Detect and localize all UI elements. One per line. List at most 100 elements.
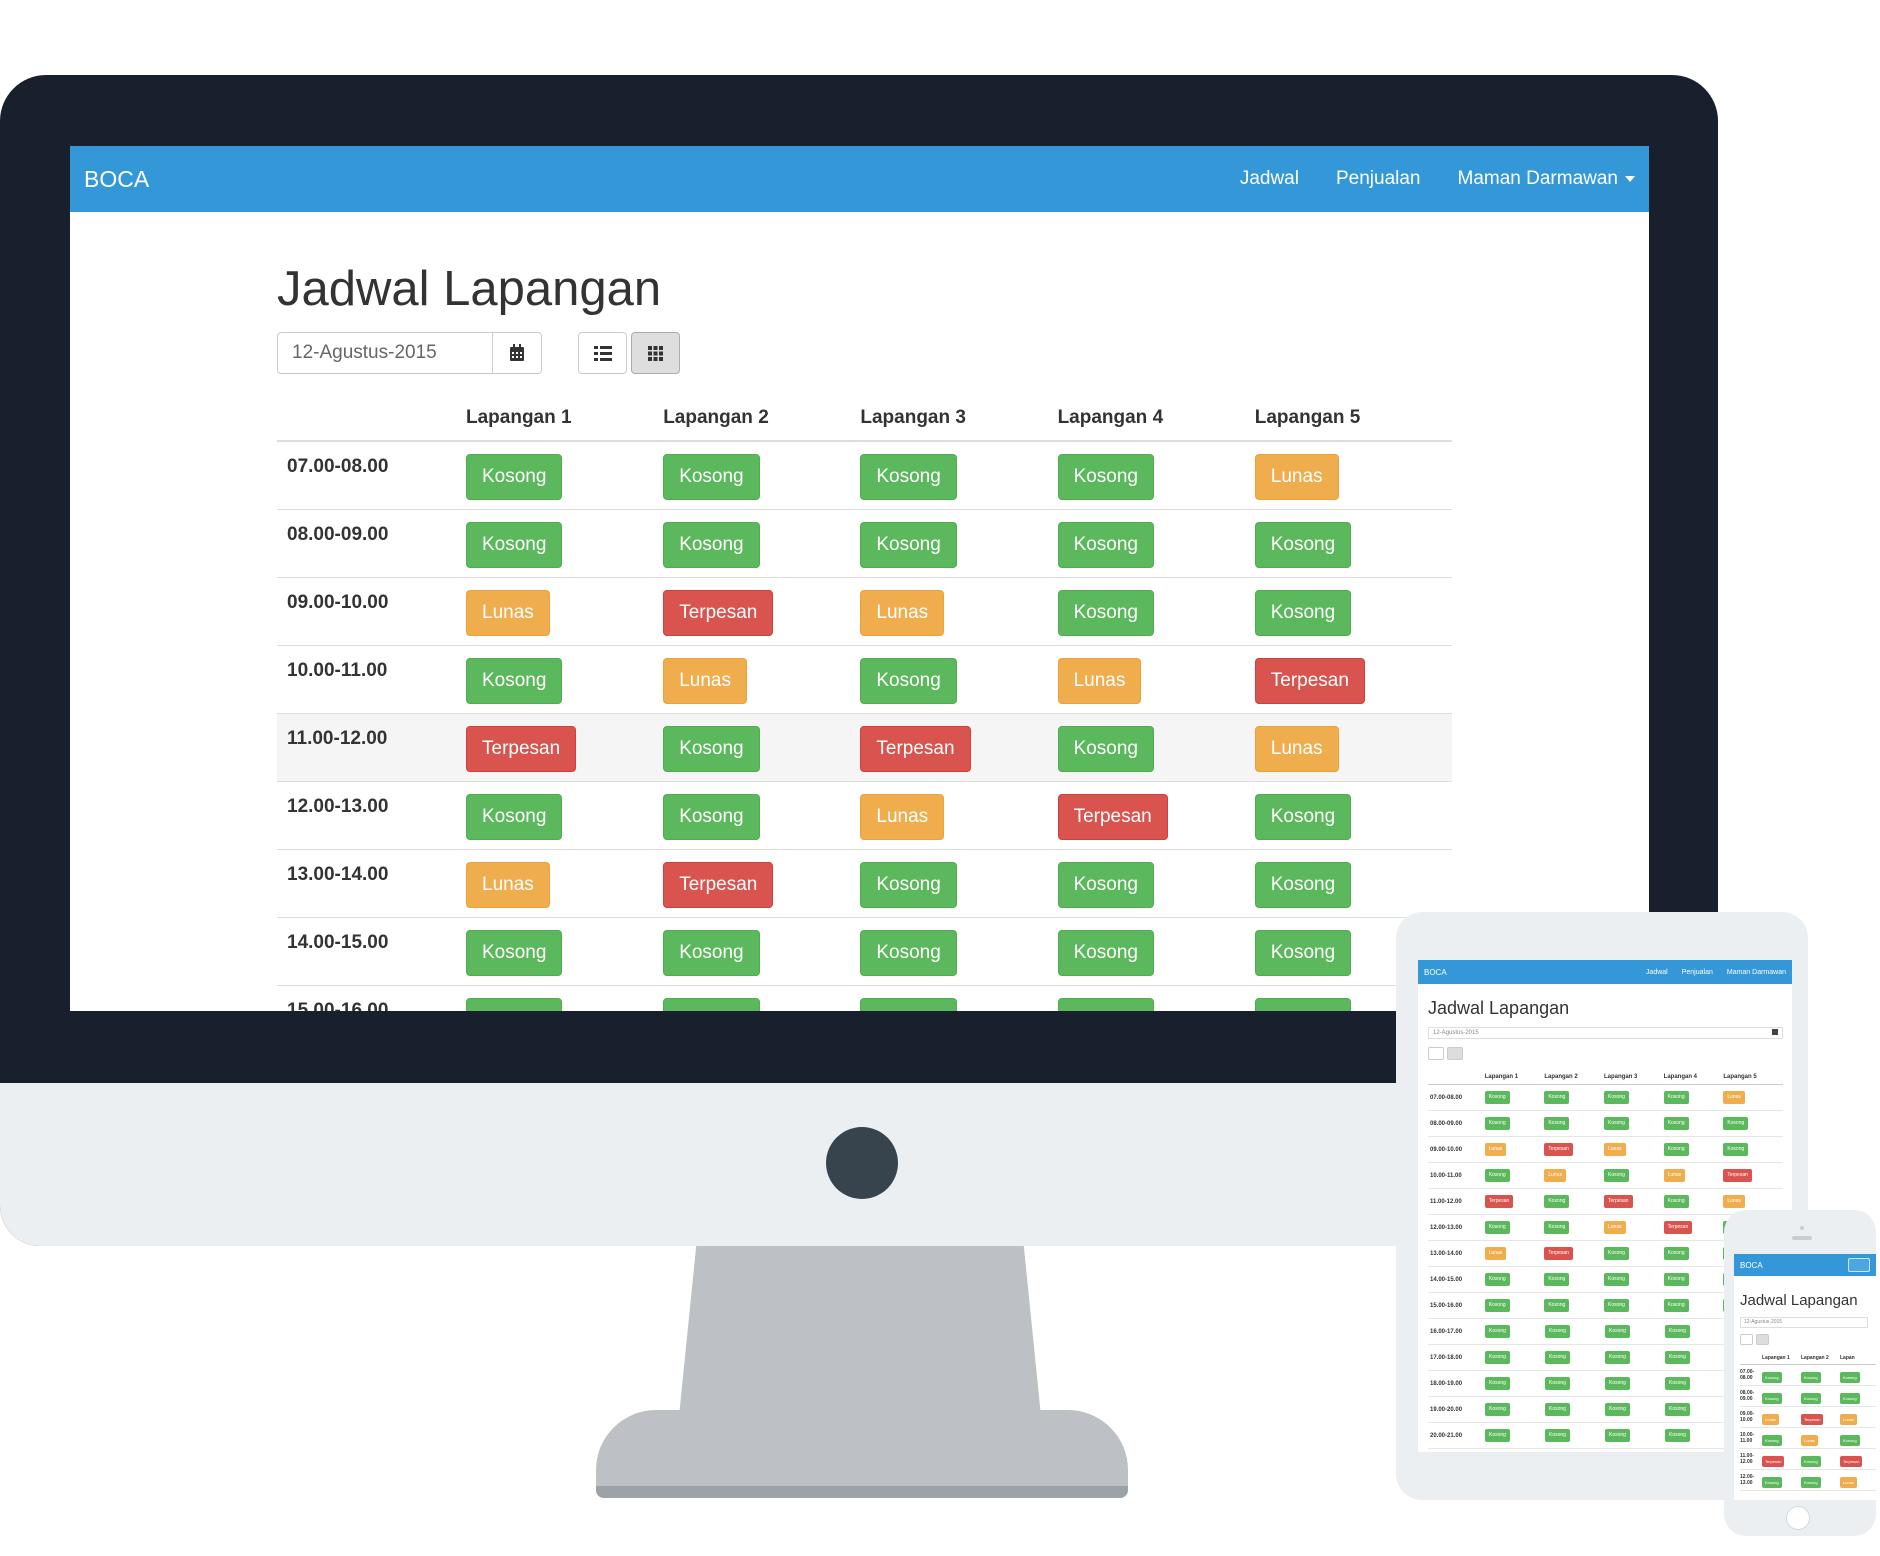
tablet-status-button[interactable]: Kosong <box>1484 1299 1510 1312</box>
tablet-status-button[interactable]: Kosong <box>1665 1429 1690 1442</box>
phone-grid-view-button[interactable] <box>1756 1334 1769 1345</box>
hamburger-icon[interactable] <box>1848 1258 1870 1272</box>
tablet-status-button[interactable]: Kosong <box>1665 1351 1690 1364</box>
phone-list-view-button[interactable] <box>1740 1334 1753 1345</box>
tablet-status-button[interactable]: Kosong <box>1544 1117 1570 1130</box>
status-button[interactable]: Kosong <box>1057 726 1155 772</box>
nav-jadwal[interactable]: Jadwal <box>1240 168 1299 190</box>
status-button[interactable]: Kosong <box>663 794 760 840</box>
status-button[interactable]: Terpesan <box>663 862 774 908</box>
tablet-status-button[interactable]: Kosong <box>1604 1091 1629 1104</box>
status-button[interactable]: Kosong <box>466 454 563 500</box>
phone-status-button[interactable]: Lunas <box>1801 1435 1818 1446</box>
status-button[interactable]: Kosong <box>860 862 957 908</box>
phone-status-button[interactable]: Kosong <box>1762 1372 1782 1383</box>
tablet-status-button[interactable]: Kosong <box>1604 1273 1629 1286</box>
status-button[interactable]: Terpesan <box>1254 658 1365 704</box>
tablet-status-button[interactable]: Terpesan <box>1663 1221 1693 1234</box>
tablet-status-button[interactable]: Kosong <box>1723 1143 1749 1156</box>
tablet-status-button[interactable]: Kosong <box>1663 1195 1689 1208</box>
tablet-status-button[interactable]: Lunas <box>1723 1195 1745 1208</box>
phone-status-button[interactable]: Lunas <box>1840 1414 1857 1425</box>
tablet-status-button[interactable]: Kosong <box>1605 1429 1630 1442</box>
phone-status-button[interactable]: Kosong <box>1762 1435 1782 1446</box>
phone-status-button[interactable]: Kosong <box>1801 1456 1821 1467</box>
tablet-status-button[interactable]: Kosong <box>1484 1117 1510 1130</box>
status-button[interactable]: Kosong <box>466 930 563 976</box>
status-button[interactable]: Kosong <box>1057 522 1155 568</box>
phone-home-button[interactable] <box>1786 1506 1810 1530</box>
tablet-status-button[interactable]: Kosong <box>1605 1325 1630 1338</box>
tablet-status-button[interactable]: Kosong <box>1663 1273 1689 1286</box>
status-button[interactable]: Kosong <box>1254 590 1352 636</box>
phone-status-button[interactable]: Terpesan <box>1762 1456 1785 1467</box>
phone-status-button[interactable]: Kosong <box>1840 1393 1860 1404</box>
status-button[interactable]: Terpesan <box>663 590 774 636</box>
tablet-list-view-button[interactable] <box>1428 1047 1444 1060</box>
tablet-status-button[interactable]: Kosong <box>1604 1299 1629 1312</box>
tablet-status-button[interactable]: Terpesan <box>1544 1143 1573 1156</box>
status-button[interactable]: Kosong <box>860 658 957 704</box>
tablet-status-button[interactable]: Kosong <box>1545 1403 1570 1416</box>
grid-view-button[interactable] <box>631 332 680 374</box>
tablet-status-button[interactable]: Kosong <box>1663 1143 1689 1156</box>
phone-status-button[interactable]: Lunas <box>1840 1477 1857 1488</box>
tablet-brand[interactable]: BOCA <box>1424 968 1447 977</box>
status-button[interactable]: Kosong <box>663 930 760 976</box>
status-button[interactable]: Kosong <box>1254 930 1352 976</box>
phone-brand[interactable]: BOCA <box>1740 1261 1763 1270</box>
phone-date-input[interactable]: 12-Agustus-2015 <box>1740 1317 1868 1328</box>
tablet-grid-view-button[interactable] <box>1447 1047 1463 1060</box>
phone-status-button[interactable]: Kosong <box>1840 1372 1860 1383</box>
phone-status-button[interactable]: Terpesan <box>1801 1414 1824 1425</box>
tablet-status-button[interactable]: Kosong <box>1604 1117 1629 1130</box>
tablet-status-button[interactable]: Kosong <box>1605 1403 1630 1416</box>
status-button[interactable]: Kosong <box>1254 794 1352 840</box>
phone-status-button[interactable]: Kosong <box>1762 1393 1782 1404</box>
status-button[interactable]: Kosong <box>860 454 957 500</box>
tablet-status-button[interactable]: Kosong <box>1665 1377 1690 1390</box>
tablet-status-button[interactable]: Kosong <box>1484 1169 1510 1182</box>
tablet-status-button[interactable]: Kosong <box>1544 1273 1570 1286</box>
tablet-nav-jadwal[interactable]: Jadwal <box>1646 969 1668 976</box>
status-button[interactable]: Lunas <box>1254 454 1339 500</box>
tablet-status-button[interactable]: Kosong <box>1665 1325 1690 1338</box>
tablet-status-button[interactable]: Kosong <box>1723 1117 1749 1130</box>
tablet-status-button[interactable]: Kosong <box>1604 1247 1629 1260</box>
status-button[interactable]: Terpesan <box>1057 794 1168 840</box>
tablet-status-button[interactable]: Lunas <box>1544 1169 1566 1182</box>
tablet-status-button[interactable]: Terpesan <box>1484 1195 1514 1208</box>
status-button[interactable]: Kosong <box>663 726 760 772</box>
phone-status-button[interactable]: Kosong <box>1840 1435 1860 1446</box>
tablet-status-button[interactable]: Kosong <box>1485 1377 1510 1390</box>
status-button[interactable]: Kosong <box>1057 590 1155 636</box>
tablet-status-button[interactable]: Kosong <box>1663 1117 1689 1130</box>
status-button[interactable]: Lunas <box>466 862 550 908</box>
tablet-status-button[interactable]: Kosong <box>1545 1429 1570 1442</box>
tablet-status-button[interactable]: Terpesan <box>1544 1247 1573 1260</box>
tablet-status-button[interactable]: Kosong <box>1484 1091 1510 1104</box>
brand-link[interactable]: BOCA <box>84 166 149 193</box>
tablet-date-input[interactable]: 12-Agustus-2015 <box>1428 1027 1783 1039</box>
status-button[interactable]: Kosong <box>1254 998 1352 1011</box>
status-button[interactable]: Kosong <box>663 454 760 500</box>
tablet-status-button[interactable]: Kosong <box>1545 1377 1570 1390</box>
status-button[interactable]: Kosong <box>663 998 760 1011</box>
tablet-status-button[interactable]: Lunas <box>1484 1143 1507 1156</box>
user-menu[interactable]: Maman Darmawan <box>1458 168 1635 190</box>
tablet-status-button[interactable]: Kosong <box>1663 1091 1689 1104</box>
tablet-user-menu[interactable]: Maman Darmawan <box>1727 969 1786 976</box>
tablet-status-button[interactable]: Kosong <box>1485 1351 1510 1364</box>
status-button[interactable]: Kosong <box>1254 522 1352 568</box>
phone-status-button[interactable]: Kosong <box>1762 1477 1782 1488</box>
status-button[interactable]: Lunas <box>1254 726 1339 772</box>
status-button[interactable]: Lunas <box>860 794 945 840</box>
tablet-status-button[interactable]: Kosong <box>1485 1429 1510 1442</box>
tablet-status-button[interactable]: Lunas <box>1663 1169 1686 1182</box>
tablet-status-button[interactable]: Kosong <box>1605 1351 1630 1364</box>
status-button[interactable]: Lunas <box>1057 658 1142 704</box>
tablet-status-button[interactable]: Kosong <box>1485 1325 1510 1338</box>
phone-status-button[interactable]: Kosong <box>1801 1477 1821 1488</box>
tablet-status-button[interactable]: Kosong <box>1663 1247 1689 1260</box>
status-button[interactable]: Terpesan <box>860 726 971 772</box>
